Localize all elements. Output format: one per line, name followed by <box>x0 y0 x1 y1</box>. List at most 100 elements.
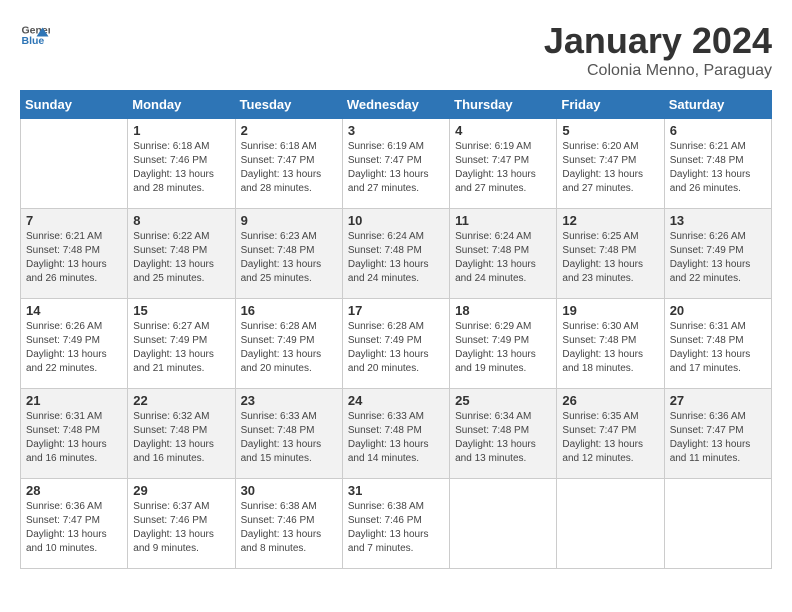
day-info: Sunrise: 6:37 AM Sunset: 7:46 PM Dayligh… <box>133 500 229 556</box>
day-info: Sunrise: 6:36 AM Sunset: 7:47 PM Dayligh… <box>26 500 122 556</box>
day-cell: 9 Sunrise: 6:23 AM Sunset: 7:48 PM Daylig… <box>235 209 342 299</box>
week-row-1: 1 Sunrise: 6:18 AM Sunset: 7:46 PM Daylig… <box>21 119 772 209</box>
day-cell: 16 Sunrise: 6:28 AM Sunset: 7:49 PM Dayli… <box>235 299 342 389</box>
day-cell: 24 Sunrise: 6:33 AM Sunset: 7:48 PM Dayli… <box>342 389 449 479</box>
day-number: 23 <box>241 393 337 408</box>
day-number: 30 <box>241 483 337 498</box>
day-number: 13 <box>670 213 766 228</box>
day-cell: 26Sunrise: 6:35 AM Sunset: 7:47 PM Dayli… <box>557 389 664 479</box>
day-cell: 3 Sunrise: 6:19 AM Sunset: 7:47 PM Daylig… <box>342 119 449 209</box>
week-row-4: 21 Sunrise: 6:31 AM Sunset: 7:48 PM Dayli… <box>21 389 772 479</box>
day-cell <box>664 479 771 569</box>
day-info: Sunrise: 6:29 AM Sunset: 7:49 PM Dayligh… <box>455 320 551 376</box>
day-info: Sunrise: 6:18 AM Sunset: 7:46 PM Dayligh… <box>133 140 229 196</box>
day-number: 5 <box>562 123 658 138</box>
day-number: 2 <box>241 123 337 138</box>
day-number: 24 <box>348 393 444 408</box>
col-wednesday: Wednesday <box>342 91 449 119</box>
day-info: Sunrise: 6:26 AM Sunset: 7:49 PM Dayligh… <box>26 320 122 376</box>
day-cell: 7 Sunrise: 6:21 AM Sunset: 7:48 PM Daylig… <box>21 209 128 299</box>
day-info: Sunrise: 6:33 AM Sunset: 7:48 PM Dayligh… <box>348 410 444 466</box>
day-cell: 23 Sunrise: 6:33 AM Sunset: 7:48 PM Dayli… <box>235 389 342 479</box>
day-number: 18 <box>455 303 551 318</box>
day-number: 1 <box>133 123 229 138</box>
day-number: 9 <box>241 213 337 228</box>
day-number: 28 <box>26 483 122 498</box>
day-number: 16 <box>241 303 337 318</box>
day-cell: 31Sunrise: 6:38 AM Sunset: 7:46 PM Dayli… <box>342 479 449 569</box>
day-number: 26 <box>562 393 658 408</box>
day-info: Sunrise: 6:28 AM Sunset: 7:49 PM Dayligh… <box>241 320 337 376</box>
day-info: Sunrise: 6:36 AM Sunset: 7:47 PM Dayligh… <box>670 410 766 466</box>
day-info: Sunrise: 6:21 AM Sunset: 7:48 PM Dayligh… <box>670 140 766 196</box>
day-number: 12 <box>562 213 658 228</box>
day-number: 17 <box>348 303 444 318</box>
day-info: Sunrise: 6:27 AM Sunset: 7:49 PM Dayligh… <box>133 320 229 376</box>
day-cell: 12Sunrise: 6:25 AM Sunset: 7:48 PM Dayli… <box>557 209 664 299</box>
svg-text:Blue: Blue <box>22 35 45 47</box>
day-info: Sunrise: 6:18 AM Sunset: 7:47 PM Dayligh… <box>241 140 337 196</box>
day-info: Sunrise: 6:33 AM Sunset: 7:48 PM Dayligh… <box>241 410 337 466</box>
day-cell: 20 Sunrise: 6:31 AM Sunset: 7:48 PM Dayli… <box>664 299 771 389</box>
logo: General Blue <box>20 20 50 50</box>
day-info: Sunrise: 6:19 AM Sunset: 7:47 PM Dayligh… <box>348 140 444 196</box>
day-number: 3 <box>348 123 444 138</box>
day-cell: 4 Sunrise: 6:19 AM Sunset: 7:47 PM Daylig… <box>450 119 557 209</box>
day-number: 29 <box>133 483 229 498</box>
day-cell: 30Sunrise: 6:38 AM Sunset: 7:46 PM Dayli… <box>235 479 342 569</box>
col-sunday: Sunday <box>21 91 128 119</box>
day-info: Sunrise: 6:21 AM Sunset: 7:48 PM Dayligh… <box>26 230 122 286</box>
calendar-subtitle: Colonia Menno, Paraguay <box>544 62 772 80</box>
day-cell: 27Sunrise: 6:36 AM Sunset: 7:47 PM Dayli… <box>664 389 771 479</box>
col-saturday: Saturday <box>664 91 771 119</box>
day-cell: 22 Sunrise: 6:32 AM Sunset: 7:48 PM Dayli… <box>128 389 235 479</box>
day-number: 21 <box>26 393 122 408</box>
day-info: Sunrise: 6:31 AM Sunset: 7:48 PM Dayligh… <box>670 320 766 376</box>
day-number: 20 <box>670 303 766 318</box>
day-info: Sunrise: 6:24 AM Sunset: 7:48 PM Dayligh… <box>455 230 551 286</box>
day-info: Sunrise: 6:31 AM Sunset: 7:48 PM Dayligh… <box>26 410 122 466</box>
day-number: 10 <box>348 213 444 228</box>
day-cell: 2 Sunrise: 6:18 AM Sunset: 7:47 PM Daylig… <box>235 119 342 209</box>
day-number: 22 <box>133 393 229 408</box>
day-number: 31 <box>348 483 444 498</box>
day-info: Sunrise: 6:19 AM Sunset: 7:47 PM Dayligh… <box>455 140 551 196</box>
day-cell: 28 Sunrise: 6:36 AM Sunset: 7:47 PM Dayli… <box>21 479 128 569</box>
day-info: Sunrise: 6:26 AM Sunset: 7:49 PM Dayligh… <box>670 230 766 286</box>
day-number: 6 <box>670 123 766 138</box>
day-cell: 10Sunrise: 6:24 AM Sunset: 7:48 PM Dayli… <box>342 209 449 299</box>
col-thursday: Thursday <box>450 91 557 119</box>
day-cell <box>557 479 664 569</box>
day-info: Sunrise: 6:23 AM Sunset: 7:48 PM Dayligh… <box>241 230 337 286</box>
day-cell: 8 Sunrise: 6:22 AM Sunset: 7:48 PM Daylig… <box>128 209 235 299</box>
day-cell <box>450 479 557 569</box>
day-cell: 21 Sunrise: 6:31 AM Sunset: 7:48 PM Dayli… <box>21 389 128 479</box>
day-cell: 6 Sunrise: 6:21 AM Sunset: 7:48 PM Daylig… <box>664 119 771 209</box>
day-info: Sunrise: 6:32 AM Sunset: 7:48 PM Dayligh… <box>133 410 229 466</box>
day-info: Sunrise: 6:20 AM Sunset: 7:47 PM Dayligh… <box>562 140 658 196</box>
calendar-table: Sunday Monday Tuesday Wednesday Thursday… <box>20 90 772 569</box>
logo-icon: General Blue <box>20 20 50 50</box>
day-cell: 5 Sunrise: 6:20 AM Sunset: 7:47 PM Daylig… <box>557 119 664 209</box>
day-number: 25 <box>455 393 551 408</box>
day-number: 4 <box>455 123 551 138</box>
day-cell: 14 Sunrise: 6:26 AM Sunset: 7:49 PM Dayli… <box>21 299 128 389</box>
col-monday: Monday <box>128 91 235 119</box>
day-number: 19 <box>562 303 658 318</box>
day-cell: 19 Sunrise: 6:30 AM Sunset: 7:48 PM Dayli… <box>557 299 664 389</box>
week-row-3: 14 Sunrise: 6:26 AM Sunset: 7:49 PM Dayli… <box>21 299 772 389</box>
week-row-5: 28 Sunrise: 6:36 AM Sunset: 7:47 PM Dayli… <box>21 479 772 569</box>
day-number: 11 <box>455 213 551 228</box>
day-number: 15 <box>133 303 229 318</box>
day-number: 8 <box>133 213 229 228</box>
day-info: Sunrise: 6:30 AM Sunset: 7:48 PM Dayligh… <box>562 320 658 376</box>
header-row: Sunday Monday Tuesday Wednesday Thursday… <box>21 91 772 119</box>
col-friday: Friday <box>557 91 664 119</box>
day-cell: 15 Sunrise: 6:27 AM Sunset: 7:49 PM Dayli… <box>128 299 235 389</box>
day-info: Sunrise: 6:28 AM Sunset: 7:49 PM Dayligh… <box>348 320 444 376</box>
day-info: Sunrise: 6:22 AM Sunset: 7:48 PM Dayligh… <box>133 230 229 286</box>
day-number: 14 <box>26 303 122 318</box>
day-cell <box>21 119 128 209</box>
day-cell: 1 Sunrise: 6:18 AM Sunset: 7:46 PM Daylig… <box>128 119 235 209</box>
day-number: 7 <box>26 213 122 228</box>
